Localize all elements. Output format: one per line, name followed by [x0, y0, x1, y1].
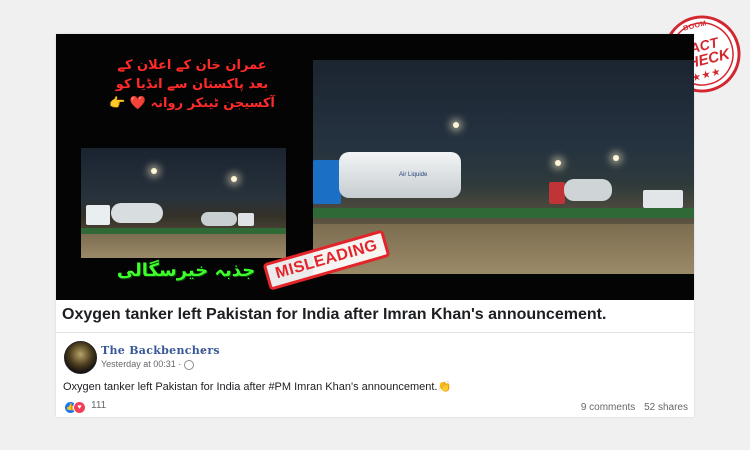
urdu-line: بعد پاکستان سے انڈیا کو — [115, 77, 269, 92]
clapping-hands-icon: 👏 — [437, 381, 452, 393]
shares-link[interactable]: 52 shares — [644, 402, 688, 413]
post-text: Oxygen tanker left Pakistan for India af… — [63, 380, 451, 393]
urdu-line: آکسیجن ٹینکر روانہ ❤️ 👉 — [109, 96, 275, 111]
train-thumbnail-image — [81, 148, 286, 258]
reaction-count: 111 — [91, 400, 107, 411]
globe-icon — [184, 360, 194, 370]
engagement-stats: 9 comments 52 shares — [581, 402, 688, 413]
comments-link[interactable]: 9 comments — [581, 402, 635, 413]
facebook-post-card: عمران خان کے اعلان کے بعد پاکستان سے انڈ… — [56, 34, 694, 417]
page-badge-icon: ᵞ — [202, 346, 205, 356]
oxygen-tanker: Air Liquide — [339, 152, 461, 198]
tank-label: Air Liquide — [399, 172, 428, 178]
page-avatar[interactable] — [64, 341, 97, 374]
headline: Oxygen tanker left Pakistan for India af… — [62, 306, 607, 323]
love-icon: ♥ — [73, 401, 86, 414]
headline-band: Oxygen tanker left Pakistan for India af… — [56, 300, 694, 333]
post-timestamp[interactable]: Yesterday at 00:31 · — [101, 359, 181, 369]
urdu-caption: عمران خان کے اعلان کے بعد پاکستان سے انڈ… — [94, 56, 290, 113]
urdu-line: عمران خان کے اعلان کے — [117, 58, 267, 73]
urdu-watermark: جذبہ خیرسگالی — [116, 260, 256, 281]
post-media[interactable]: عمران خان کے اعلان کے بعد پاکستان سے انڈ… — [56, 34, 694, 300]
post-body: Oxygen tanker left Pakistan for India af… — [63, 381, 438, 393]
